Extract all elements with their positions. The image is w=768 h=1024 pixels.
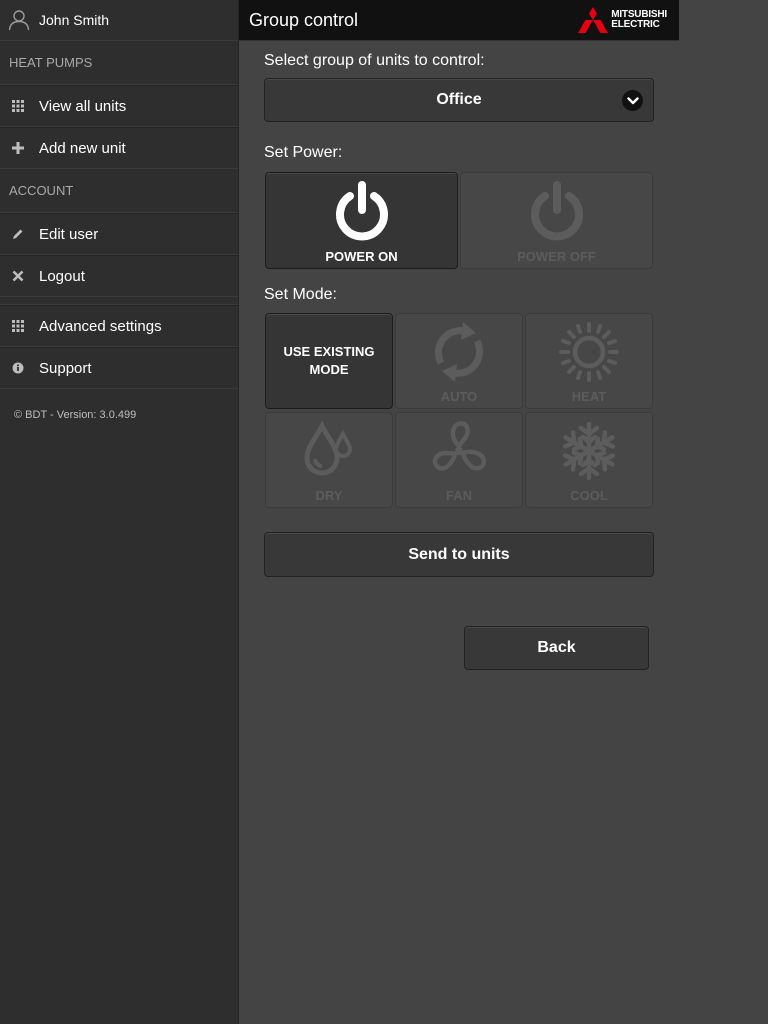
mode-existing-label: USE EXISTING MODE: [283, 344, 375, 377]
chevron-down-icon: [622, 90, 643, 111]
section-heat-pumps: HEAT PUMPS: [0, 41, 238, 85]
mode-auto-button[interactable]: AUTO: [395, 313, 523, 409]
power-icon: [530, 181, 583, 241]
sidebar-item-label: Add new unit: [39, 139, 126, 157]
mode-fan-button[interactable]: FAN: [395, 412, 523, 508]
user-profile[interactable]: John Smith: [0, 0, 238, 41]
power-icon: [335, 181, 388, 241]
plus-icon: [11, 142, 24, 155]
refresh-icon: [434, 322, 484, 382]
mode-auto-label: AUTO: [440, 389, 478, 404]
section-account: ACCOUNT: [0, 169, 238, 213]
sidebar-item-label: Logout: [39, 267, 85, 285]
snowflake-icon: [556, 421, 622, 484]
power-on-button[interactable]: POWER ON: [265, 172, 458, 269]
send-to-units-button[interactable]: Send to units: [264, 532, 654, 577]
mode-cool-button[interactable]: COOL: [525, 412, 653, 508]
grid-icon: [11, 320, 24, 333]
logo-line2: ELECTRIC: [611, 19, 660, 30]
group-select[interactable]: Office: [264, 78, 654, 122]
power-off-button[interactable]: POWER OFF: [460, 172, 653, 269]
mitsubishi-logo: MITSUBISHI ELECTRIC: [578, 7, 679, 33]
sidebar-item-view-all-units[interactable]: View all units: [0, 85, 238, 127]
mode-heat-label: HEAT: [571, 389, 607, 404]
pencil-icon: [11, 228, 24, 241]
sidebar-item-support[interactable]: Support: [0, 347, 238, 389]
sidebar-item-label: View all units: [39, 97, 127, 115]
app-header: Group control MITSUBISHI ELECTRIC: [239, 0, 679, 41]
power-off-label: POWER OFF: [517, 249, 596, 264]
sidebar: John Smith HEAT PUMPS View all units Add…: [0, 0, 239, 1024]
divider: [0, 297, 238, 305]
sun-icon: [559, 322, 619, 382]
mode-existing-button[interactable]: USE EXISTING MODE: [265, 313, 393, 409]
fan-icon: [432, 421, 487, 471]
power-label: Set Power:: [264, 144, 343, 161]
group-select-label: Select group of units to control:: [264, 52, 485, 69]
info-icon: [11, 362, 24, 375]
mode-label: Set Mode:: [264, 286, 337, 303]
version-text: © BDT - Version: 3.0.499: [14, 409, 137, 421]
droplet-icon: [304, 420, 353, 476]
sidebar-item-label: Advanced settings: [39, 317, 162, 335]
group-select-value: Office: [436, 91, 482, 108]
grid-icon: [11, 100, 24, 113]
back-button[interactable]: Back: [464, 626, 649, 670]
sidebar-item-label: Support: [39, 359, 92, 377]
mode-dry-button[interactable]: DRY: [265, 412, 393, 508]
sidebar-item-add-new-unit[interactable]: Add new unit: [0, 127, 238, 169]
sidebar-item-advanced-settings[interactable]: Advanced settings: [0, 305, 238, 347]
mode-dry-label: DRY: [315, 488, 343, 503]
close-icon: [11, 270, 24, 283]
user-name: John Smith: [39, 12, 110, 28]
three-diamonds-icon: [578, 7, 609, 33]
mode-cool-label: COOL: [570, 488, 608, 503]
sidebar-item-logout[interactable]: Logout: [0, 255, 238, 297]
user-icon: [8, 10, 30, 31]
sidebar-item-edit-user[interactable]: Edit user: [0, 213, 238, 255]
sidebar-item-label: Edit user: [39, 225, 99, 243]
mode-heat-button[interactable]: HEAT: [525, 313, 653, 409]
mode-fan-label: FAN: [446, 488, 472, 503]
power-on-label: POWER ON: [325, 249, 398, 264]
page-title: Group control: [249, 9, 359, 30]
